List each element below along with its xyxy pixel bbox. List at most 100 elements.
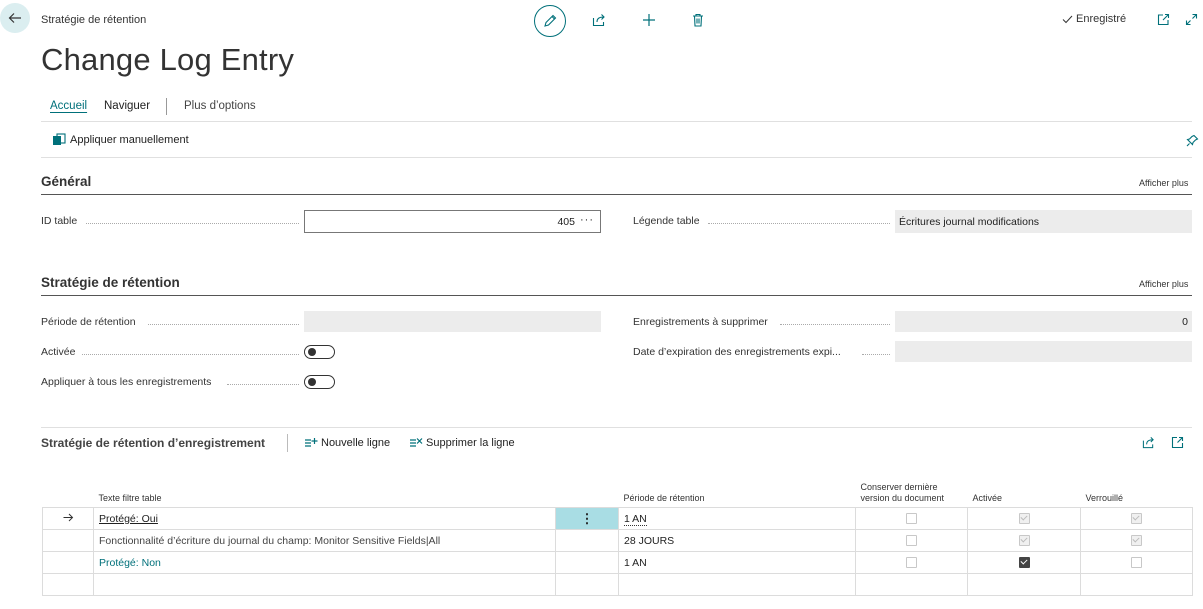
delete-line-label: Supprimer la ligne [426, 437, 515, 449]
filter-text-link[interactable]: Protégé: Oui [99, 513, 158, 525]
apply-all-toggle[interactable] [304, 375, 335, 389]
enabled-checkbox[interactable] [1018, 535, 1030, 546]
part-share-button[interactable] [1140, 434, 1156, 450]
open-new-window-button[interactable] [1155, 11, 1171, 27]
tab-home[interactable]: Accueil [50, 100, 87, 112]
period-value: 28 JOURS [624, 534, 675, 547]
apply-icon [53, 133, 66, 145]
table-row[interactable]: Protégé: Oui ⋮ 1 AN [42, 507, 1193, 530]
action-bar-top-divider [41, 121, 1192, 122]
general-show-more[interactable]: Afficher plus [1139, 178, 1188, 188]
table-row-empty[interactable] [42, 573, 1193, 596]
retention-show-more[interactable]: Afficher plus [1139, 279, 1188, 289]
col-keep-last-header[interactable]: Conserver dernière version du document [856, 470, 968, 508]
toggle-knob [308, 378, 316, 386]
locked-cell[interactable] [1080, 529, 1193, 552]
filter-text-cell[interactable]: Protégé: Non [93, 551, 556, 574]
period-cell[interactable] [618, 573, 856, 596]
delete-line-button[interactable]: Supprimer la ligne [409, 437, 515, 449]
arrow-right-icon [63, 513, 73, 521]
share-icon [592, 14, 605, 27]
enabled-checkbox[interactable] [1018, 557, 1030, 568]
locked-checkbox[interactable] [1131, 557, 1142, 568]
table-row[interactable]: Fonctionnalité d’écriture du journal du … [42, 529, 1193, 552]
period-cell[interactable]: 1 AN [618, 507, 856, 530]
locked-cell[interactable] [1080, 507, 1193, 530]
expiry-date-field [895, 341, 1192, 362]
filter-text-cell[interactable]: Fonctionnalité d’écriture du journal du … [93, 529, 556, 552]
lookup-ellipsis-icon[interactable]: ··· [580, 214, 594, 226]
new-line-button[interactable]: Nouvelle ligne [304, 437, 390, 449]
col-filter-text-header[interactable]: Texte filtre table [94, 470, 556, 508]
keep-last-checkbox[interactable] [906, 557, 917, 568]
locked-cell[interactable] [1080, 551, 1193, 574]
delete-button[interactable] [689, 11, 707, 29]
new-line-icon [305, 438, 318, 447]
apply-all-dots [227, 384, 299, 385]
locked-cell[interactable] [1080, 573, 1193, 596]
row-actions-menu[interactable]: ⋮ [555, 507, 619, 530]
table-header-row: Texte filtre table Période de rétention … [43, 470, 1193, 508]
plus-icon [643, 14, 655, 26]
keep-last-cell[interactable] [855, 573, 968, 596]
enabled-cell[interactable] [967, 507, 1081, 530]
tab-navigate[interactable]: Naviguer [104, 100, 150, 112]
col-indicator-header [43, 470, 94, 508]
keep-last-checkbox[interactable] [906, 535, 917, 546]
more-vertical-icon[interactable]: ⋮ [581, 511, 594, 526]
record-retention-title[interactable]: Stratégie de rétention d’enregistrement [41, 436, 265, 450]
table-id-input[interactable]: 405 ··· [304, 210, 601, 233]
row-actions-cell [555, 551, 619, 574]
new-button[interactable] [640, 11, 658, 29]
table-caption-label: Légende table [633, 215, 700, 227]
enabled-toggle[interactable] [304, 345, 335, 359]
records-delete-field: 0 [895, 311, 1192, 332]
trash-icon [693, 13, 703, 27]
period-cell[interactable]: 1 AN [618, 551, 856, 574]
table-row[interactable]: Protégé: Non 1 AN [42, 551, 1193, 574]
period-cell[interactable]: 28 JOURS [618, 529, 856, 552]
keep-last-cell[interactable] [855, 529, 968, 552]
col-enabled-header[interactable]: Activée [968, 470, 1081, 508]
table-caption-field: Écritures journal modifications [895, 210, 1192, 233]
pin-icon [1185, 134, 1198, 146]
filter-text-cell[interactable]: Protégé: Oui [93, 507, 556, 530]
keep-last-cell[interactable] [855, 507, 968, 530]
menu-divider [166, 98, 167, 115]
apply-all-label: Appliquer à tous les enregistrements [41, 376, 212, 388]
retention-divider [41, 295, 1192, 296]
pin-button[interactable] [1184, 132, 1200, 148]
period-value: 1 AN [624, 556, 647, 569]
col-locked-header[interactable]: Verrouillé [1081, 470, 1193, 508]
filter-text-cell[interactable] [93, 573, 556, 596]
retention-section-title[interactable]: Stratégie de rétention [41, 275, 180, 290]
keep-last-cell[interactable] [855, 551, 968, 574]
edit-button[interactable] [534, 5, 566, 37]
general-section-title[interactable]: Général [41, 174, 91, 189]
expand-icon [1185, 13, 1197, 25]
enabled-cell[interactable] [967, 529, 1081, 552]
row-indicator [42, 573, 94, 596]
locked-checkbox[interactable] [1131, 535, 1142, 546]
locked-checkbox[interactable] [1131, 513, 1142, 524]
enabled-cell[interactable] [967, 551, 1081, 574]
breadcrumb: Stratégie de rétention [41, 14, 147, 26]
apply-manually-button[interactable]: Appliquer manuellement [52, 133, 189, 146]
filter-text-link[interactable]: Protégé: Non [99, 557, 161, 569]
part-expand-button[interactable] [1169, 434, 1185, 450]
row-selected-arrow [42, 507, 94, 530]
back-button[interactable] [0, 3, 30, 33]
records-delete-label: Enregistrements à supprimer [633, 316, 768, 328]
col-period-header[interactable]: Période de rétention [619, 470, 856, 508]
table-id-dots [86, 223, 299, 224]
enabled-cell[interactable] [967, 573, 1081, 596]
pencil-icon [544, 14, 557, 27]
toggle-knob [308, 348, 316, 356]
record-retention-top-divider [41, 427, 1192, 428]
enabled-checkbox[interactable] [1018, 513, 1030, 524]
expand-button[interactable] [1183, 11, 1199, 27]
record-retention-table: Texte filtre table Période de rétention … [42, 470, 1193, 596]
share-button[interactable] [590, 11, 608, 29]
tab-more-options[interactable]: Plus d’options [184, 100, 256, 112]
keep-last-checkbox[interactable] [906, 513, 917, 524]
